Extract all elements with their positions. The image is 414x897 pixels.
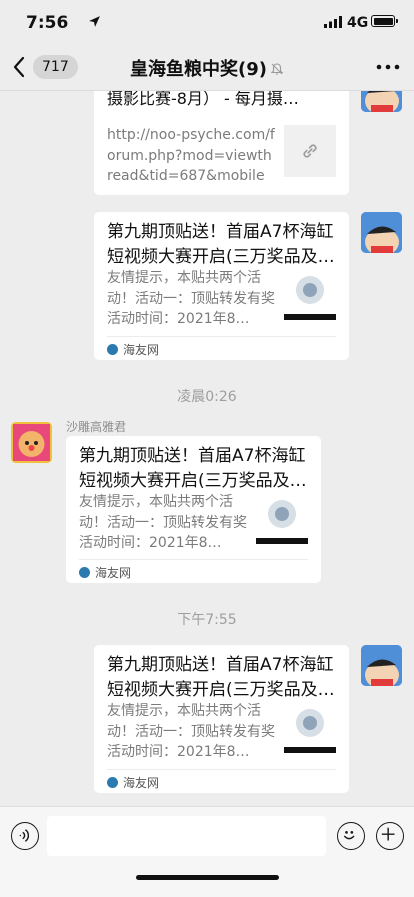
avatar[interactable] bbox=[361, 91, 402, 112]
chat-title-text: 皇海鱼粮中奖(9) bbox=[130, 59, 267, 80]
source-app-icon bbox=[79, 567, 90, 578]
message-timestamp: 凌晨0:26 bbox=[177, 389, 237, 405]
card-thumbnail bbox=[284, 701, 336, 753]
card-source: 海友网 bbox=[107, 342, 159, 358]
source-app-icon bbox=[107, 344, 118, 355]
voice-input-button[interactable] bbox=[11, 822, 39, 850]
emoji-button[interactable] bbox=[337, 822, 365, 850]
avatar[interactable] bbox=[361, 645, 402, 686]
chat-header: 717 皇海鱼粮中奖(9) bbox=[0, 44, 414, 91]
avatar-image bbox=[361, 645, 402, 686]
avatar-image bbox=[361, 91, 402, 112]
card-source: 海友网 bbox=[79, 565, 131, 581]
thumbnail-image bbox=[284, 276, 336, 320]
emoji-icon bbox=[343, 831, 355, 840]
card-url: http://noo-psyche.com/forum.php?mod=view… bbox=[107, 127, 275, 184]
card-thumbnail bbox=[284, 268, 336, 320]
source-name: 海友网 bbox=[95, 566, 132, 580]
muted-bell-icon bbox=[270, 63, 284, 75]
card-description: 友情提示，本贴共两个活动！活动一：顶贴转发有奖活动时间：2021年8… bbox=[79, 494, 247, 551]
plus-icon bbox=[381, 827, 395, 841]
voice-icon bbox=[19, 829, 30, 842]
card-divider bbox=[107, 769, 336, 770]
link-thumbnail bbox=[284, 125, 336, 177]
home-indicator bbox=[136, 875, 279, 880]
card-title: 转发盖楼送灯-10套（纽斯每月摄影比赛-8月） - 每月摄… bbox=[107, 91, 299, 108]
location-arrow-icon bbox=[89, 16, 100, 27]
message-list[interactable]: 转发盖楼送灯-10套（纽斯每月摄影比赛-8月） - 每月摄… http://no… bbox=[0, 91, 414, 806]
link-card-partial[interactable]: 转发盖楼送灯-10套（纽斯每月摄影比赛-8月） - 每月摄… http://no… bbox=[94, 91, 349, 195]
avatar[interactable] bbox=[11, 422, 52, 463]
more-actions-button[interactable] bbox=[376, 822, 404, 850]
link-card[interactable]: 第九期顶贴送！首届A7杯海缸短视频大赛开启(三万奖品及… 友情提示，本贴共两个活… bbox=[94, 645, 349, 793]
link-card[interactable]: 第九期顶贴送！首届A7杯海缸短视频大赛开启(三万奖品及… 友情提示，本贴共两个活… bbox=[66, 436, 321, 583]
message-input[interactable] bbox=[47, 816, 326, 856]
avatar-image bbox=[11, 422, 52, 463]
avatar-image bbox=[361, 212, 402, 253]
card-title: 第九期顶贴送！首届A7杯海缸短视频大赛开启(三万奖品及… bbox=[79, 446, 307, 491]
card-description: 友情提示，本贴共两个活动！活动一：顶贴转发有奖活动时间：2021年8… bbox=[107, 703, 275, 760]
source-name: 海友网 bbox=[123, 343, 160, 357]
source-name: 海友网 bbox=[123, 776, 160, 790]
card-thumbnail bbox=[256, 492, 308, 544]
card-title: 第九期顶贴送！首届A7杯海缸短视频大赛开启(三万奖品及… bbox=[107, 222, 335, 267]
card-description: 友情提示，本贴共两个活动！活动一：顶贴转发有奖活动时间：2021年8… bbox=[107, 270, 275, 327]
more-options-icon[interactable] bbox=[376, 64, 400, 70]
card-source: 海友网 bbox=[107, 775, 159, 791]
link-icon bbox=[303, 144, 317, 158]
thumbnail-image bbox=[284, 709, 336, 753]
signal-icon bbox=[324, 16, 342, 28]
card-divider bbox=[79, 559, 308, 560]
battery-icon bbox=[371, 15, 398, 27]
thumbnail-image bbox=[256, 500, 308, 544]
chat-title: 皇海鱼粮中奖(9) bbox=[0, 55, 414, 81]
card-title: 第九期顶贴送！首届A7杯海缸短视频大赛开启(三万奖品及… bbox=[107, 655, 335, 700]
card-divider bbox=[107, 336, 336, 337]
network-type: 4G bbox=[347, 15, 369, 31]
input-bar bbox=[0, 806, 414, 897]
source-app-icon bbox=[107, 777, 118, 788]
message-timestamp: 下午7:55 bbox=[177, 612, 237, 628]
status-time: 7:56 bbox=[26, 13, 69, 33]
sender-name: 沙雕高雅君 bbox=[66, 420, 127, 434]
link-card[interactable]: 第九期顶贴送！首届A7杯海缸短视频大赛开启(三万奖品及… 友情提示，本贴共两个活… bbox=[94, 212, 349, 360]
status-bar: 7:56 4G bbox=[0, 0, 414, 44]
avatar[interactable] bbox=[361, 212, 402, 253]
